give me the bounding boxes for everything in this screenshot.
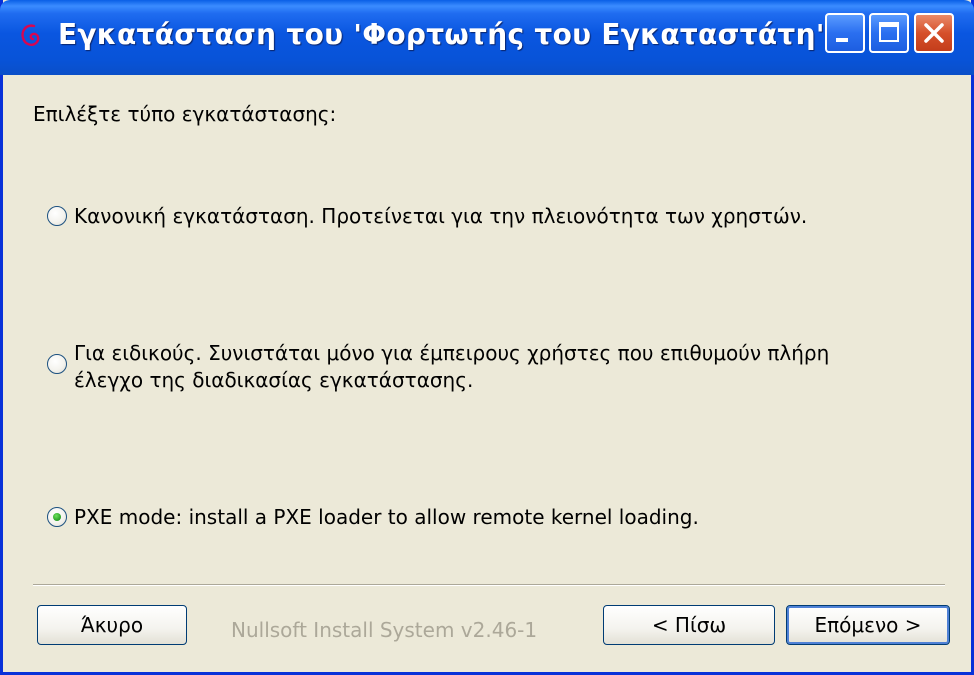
nsis-branding: Nullsoft Install System v2.46-1 [231, 618, 538, 642]
debian-swirl-icon [21, 24, 40, 46]
cancel-button[interactable]: Άκυρο [37, 605, 187, 645]
back-button[interactable]: < Πίσω [603, 605, 775, 645]
option-normal-label[interactable]: Κανονική εγκατάσταση. Προτείνεται για τη… [74, 203, 807, 230]
option-expert-install[interactable]: Για ειδικούς. Συνιστάται μόνο για έμπειρ… [47, 340, 829, 394]
maximize-icon [879, 22, 899, 42]
window-title: Εγκατάσταση του 'Φορτωτής του Εγκαταστάτ… [58, 18, 825, 51]
option-pxe-mode[interactable]: PXE mode: install a PXE loader to allow … [47, 504, 699, 531]
title-bar[interactable]: Εγκατάσταση του 'Φορτωτής του Εγκαταστάτ… [0, 0, 974, 75]
option-pxe-label[interactable]: PXE mode: install a PXE loader to allow … [74, 504, 699, 531]
radio-expert-install[interactable] [47, 354, 67, 374]
option-expert-label-line2: έλεγχο της διαδικασίας εγκατάστασης. [74, 368, 474, 392]
option-expert-label-line1: Για ειδικούς. Συνιστάται μόνο για έμπειρ… [74, 341, 830, 365]
option-expert-label[interactable]: Για ειδικούς. Συνιστάται μόνο για έμπειρ… [74, 340, 829, 394]
option-normal-install[interactable]: Κανονική εγκατάσταση. Προτείνεται για τη… [47, 203, 807, 230]
minimize-icon [836, 38, 848, 42]
footer-separator [33, 584, 945, 586]
close-button[interactable] [914, 13, 954, 53]
next-button[interactable]: Επόμενο > [786, 605, 950, 645]
radio-pxe-mode[interactable] [47, 507, 67, 527]
install-type-prompt: Επιλέξτε τύπο εγκατάστασης: [33, 102, 337, 126]
minimize-button[interactable] [825, 13, 865, 53]
installer-window: Εγκατάσταση του 'Φορτωτής του Εγκαταστάτ… [0, 0, 974, 675]
maximize-button[interactable] [869, 13, 909, 53]
radio-normal-install[interactable] [47, 206, 67, 226]
close-icon [924, 23, 944, 43]
